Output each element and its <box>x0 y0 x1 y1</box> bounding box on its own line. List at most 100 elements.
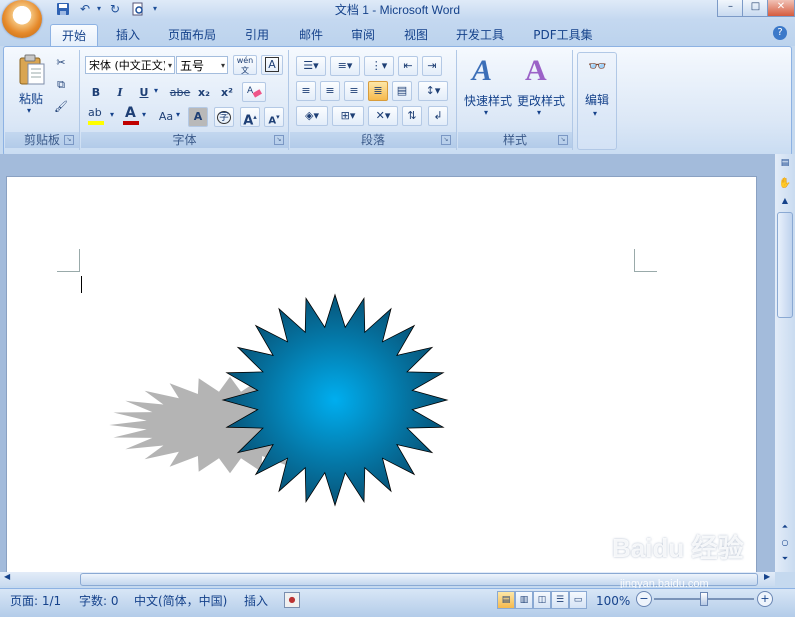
show-marks-icon[interactable]: ↲ <box>428 106 448 126</box>
multilevel-list-button[interactable]: ⋮▾ <box>364 56 394 76</box>
draft-view-icon[interactable]: ▭ <box>569 591 587 609</box>
italic-button[interactable]: I <box>111 83 129 103</box>
chinese-layout-button[interactable]: ✕▾ <box>368 106 398 126</box>
copy-icon[interactable]: ⧉ <box>52 76 70 94</box>
ruler-toggle-icon[interactable]: ▤ <box>778 158 792 172</box>
watermark-logo: Baidu 经验 <box>612 533 744 563</box>
tab-page-layout[interactable]: 页面布局 <box>162 24 222 46</box>
svg-text:A: A <box>247 86 254 96</box>
crop-mark-right <box>634 249 657 272</box>
office-logo: W <box>16 13 28 25</box>
subscript-button[interactable]: x₂ <box>193 83 215 103</box>
tab-developer[interactable]: 开发工具 <box>449 24 511 46</box>
tab-review[interactable]: 审阅 <box>343 24 383 46</box>
font-name-select[interactable]: 宋体 (中文正文) ▾ <box>85 56 175 74</box>
bold-button[interactable]: B <box>87 83 105 103</box>
starburst-shape-canvas <box>109 293 449 507</box>
enclose-char-button[interactable]: 字 <box>214 107 234 127</box>
tab-insert[interactable]: 插入 <box>108 24 148 46</box>
insert-mode[interactable]: 插入 <box>244 592 268 610</box>
align-center-icon[interactable]: ≡ <box>320 81 340 101</box>
next-page-icon[interactable]: ⏷ <box>778 554 792 566</box>
align-right-icon[interactable]: ≡ <box>344 81 364 101</box>
underline-dropdown-icon[interactable]: ▾ <box>154 86 158 95</box>
font-launcher-icon[interactable]: ↘ <box>274 135 284 145</box>
strikethrough-button[interactable]: abe <box>167 83 193 103</box>
starburst-shape[interactable] <box>221 293 449 507</box>
font-size-value: 五号 <box>180 59 205 73</box>
shading-button[interactable]: ◈▾ <box>296 106 328 126</box>
font-color-button[interactable]: A <box>122 105 140 126</box>
sort-icon[interactable]: ⇅ <box>402 106 422 126</box>
text-cursor <box>81 276 82 293</box>
scroll-up-icon[interactable]: ▲ <box>778 196 792 210</box>
help-icon[interactable]: ? <box>773 26 787 40</box>
change-case-dropdown-icon[interactable]: ▾ <box>176 110 180 119</box>
decrease-indent-icon[interactable]: ⇤ <box>398 56 418 76</box>
outline-view-icon[interactable]: ☰ <box>551 591 569 609</box>
print-layout-view-icon[interactable]: ▤ <box>497 591 515 609</box>
office-button[interactable]: W <box>2 0 42 38</box>
underline-button[interactable]: U <box>135 83 153 103</box>
align-left-icon[interactable]: ≡ <box>296 81 316 101</box>
quick-styles-label: 快速样式 <box>463 94 512 108</box>
char-shading-button[interactable]: A <box>188 107 208 127</box>
highlight-dropdown-icon[interactable]: ▾ <box>110 110 114 119</box>
font-name-value: 宋体 (中文正文) <box>89 59 165 72</box>
previous-page-icon[interactable]: ⏶ <box>778 522 792 534</box>
styles-launcher-icon[interactable]: ↘ <box>558 135 568 145</box>
cut-icon[interactable]: ✂ <box>52 54 70 72</box>
tab-mailings[interactable]: 邮件 <box>291 24 331 46</box>
distributed-icon[interactable]: ▤ <box>392 81 412 101</box>
zoom-out-icon[interactable]: − <box>636 591 652 607</box>
increase-indent-icon[interactable]: ⇥ <box>422 56 442 76</box>
tab-home[interactable]: 开始 <box>50 24 98 47</box>
word-count[interactable]: 字数: 0 <box>79 592 119 610</box>
scroll-left-icon[interactable]: ◀ <box>4 572 10 581</box>
vertical-scroll-thumb[interactable] <box>777 212 793 318</box>
grow-font-label: A <box>243 113 254 129</box>
page-count[interactable]: 页面: 1/1 <box>10 592 61 610</box>
web-layout-icon[interactable]: ◫ <box>533 591 551 609</box>
close-button[interactable]: ✕ <box>767 0 795 17</box>
zoom-in-icon[interactable]: + <box>757 591 773 607</box>
full-screen-reading-icon[interactable]: ▥ <box>515 591 533 609</box>
bullets-button[interactable]: ☰▾ <box>296 56 326 76</box>
quick-styles-button[interactable]: A 快速样式 ▾ <box>462 54 514 120</box>
borders-button[interactable]: ⊞▾ <box>332 106 364 126</box>
tab-references[interactable]: 引用 <box>237 24 277 46</box>
char-border-button[interactable]: A <box>261 55 283 75</box>
paste-button[interactable]: 粘贴 ▾ <box>14 54 48 115</box>
scroll-right-icon[interactable]: ▶ <box>764 572 770 581</box>
browse-object-icon[interactable]: ○ <box>778 538 792 550</box>
font-size-select[interactable]: 五号 ▾ <box>176 56 228 74</box>
highlight-button[interactable]: ab <box>86 106 108 126</box>
justify-icon[interactable]: ≣ <box>368 81 388 101</box>
phonetic-guide-button[interactable]: wén 文 <box>233 55 257 75</box>
paragraph-launcher-icon[interactable]: ↘ <box>441 135 451 145</box>
superscript-button[interactable]: x² <box>216 83 238 103</box>
minimize-button[interactable]: – <box>717 0 744 17</box>
highlighter-icon: ab <box>88 106 102 119</box>
font-color-dropdown-icon[interactable]: ▾ <box>142 110 146 119</box>
language-status[interactable]: 中文(简体，中国) <box>134 592 227 610</box>
zoom-level[interactable]: 100% <box>596 592 630 610</box>
numbering-button[interactable]: ≡▾ <box>330 56 360 76</box>
tab-pdf-tools[interactable]: PDF工具集 <box>528 24 598 46</box>
maximize-button[interactable]: □ <box>742 0 769 17</box>
tab-view[interactable]: 视图 <box>396 24 436 46</box>
font-color-label: A <box>125 105 136 121</box>
change-styles-button[interactable]: A 更改样式 ▾ <box>515 54 567 120</box>
editing-label: 编辑 <box>584 93 609 107</box>
editing-button[interactable]: 👓 编辑 ▾ <box>577 52 617 150</box>
change-styles-dropdown-icon: ▾ <box>537 108 542 117</box>
line-spacing-button[interactable]: ↕▾ <box>418 81 448 101</box>
clear-formatting-button[interactable]: A <box>242 82 266 102</box>
zoom-slider-thumb[interactable] <box>700 592 708 606</box>
pan-hand-icon[interactable]: ✋ <box>778 178 792 192</box>
clipboard-launcher-icon[interactable]: ↘ <box>64 135 74 145</box>
grow-font-button[interactable]: A▴ <box>240 107 260 129</box>
macro-record-icon[interactable]: ● <box>284 592 300 608</box>
shrink-font-button[interactable]: A▾ <box>264 107 284 127</box>
format-painter-icon[interactable]: 🖌 <box>52 98 70 116</box>
